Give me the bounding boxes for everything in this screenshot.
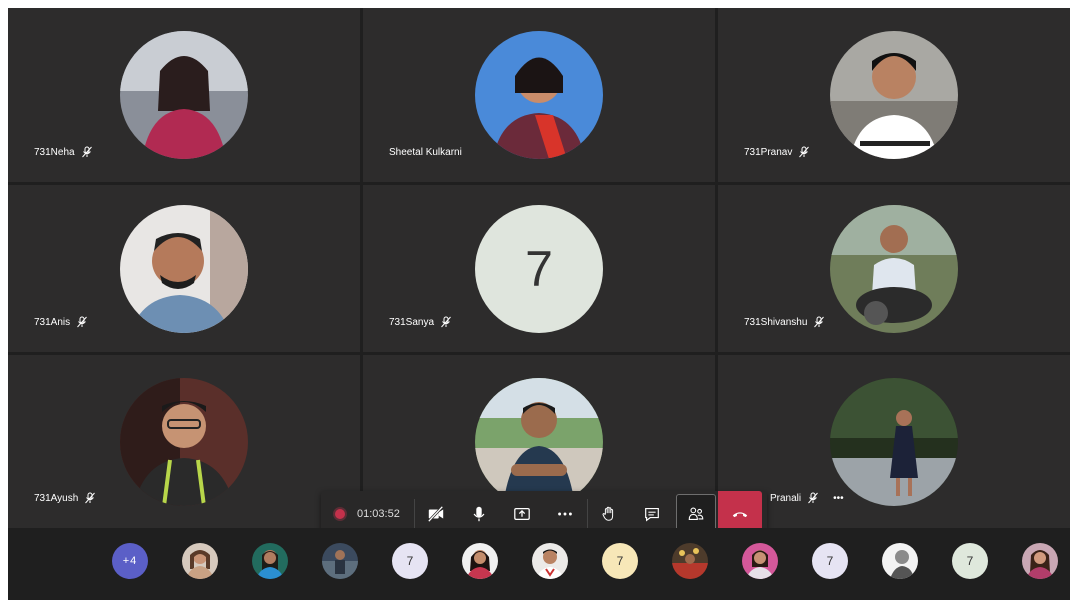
avatar-initial: 7 bbox=[616, 554, 624, 568]
more-actions-icon bbox=[558, 512, 573, 516]
participant-name-tag: 731Neha bbox=[34, 146, 93, 158]
strip-participant-avatar[interactable] bbox=[252, 543, 288, 579]
participant-name: Pranali bbox=[770, 492, 802, 504]
strip-participant-avatar[interactable] bbox=[462, 543, 498, 579]
participant-name-tag: Pranali ••• bbox=[770, 492, 844, 504]
participant-tile-anis[interactable]: 731Anis bbox=[8, 185, 360, 352]
participant-avatar bbox=[120, 377, 248, 506]
camera-off-icon bbox=[428, 505, 444, 523]
microphone-muted-icon bbox=[798, 146, 810, 158]
participant-name-tag: 731Anis bbox=[34, 316, 88, 328]
participant-name-tag: 731Shivanshu bbox=[744, 316, 825, 328]
participant-initial-avatar: 7 bbox=[475, 204, 603, 333]
strip-participant-avatar[interactable] bbox=[742, 543, 778, 579]
overflow-participants-button[interactable]: +4 bbox=[112, 543, 148, 579]
participant-tile-sanya[interactable]: 7 731Sanya bbox=[363, 185, 715, 352]
participant-avatar bbox=[830, 377, 958, 506]
meeting-stage: 731Neha Sheetal Kulkarni 731Pranav 731An… bbox=[8, 8, 1070, 600]
recording-indicator-icon bbox=[335, 509, 345, 519]
participant-strip: +4 7 7 7 7 bbox=[8, 528, 1070, 600]
video-grid: 731Neha Sheetal Kulkarni 731Pranav 731An… bbox=[8, 8, 1070, 528]
participant-name: 731Pranav bbox=[744, 146, 793, 158]
microphone-icon bbox=[473, 506, 485, 522]
strip-participant-avatar[interactable] bbox=[1022, 543, 1058, 579]
participant-name: 731Sanya bbox=[389, 316, 435, 328]
chat-icon bbox=[645, 508, 660, 522]
participant-avatar bbox=[830, 31, 958, 159]
participant-tile-pranav[interactable]: 731Pranav bbox=[718, 8, 1070, 182]
call-duration: 01:03:52 bbox=[357, 508, 400, 520]
microphone-muted-icon bbox=[76, 316, 88, 328]
strip-participant-initial[interactable]: 7 bbox=[812, 543, 848, 579]
participant-tile-shivanshu[interactable]: 731Shivanshu bbox=[718, 185, 1070, 352]
strip-participant-initial[interactable]: 7 bbox=[602, 543, 638, 579]
participant-name-tag: Sheetal Kulkarni bbox=[389, 147, 462, 158]
avatar-initial: 7 bbox=[525, 240, 553, 297]
avatar-initial: 7 bbox=[406, 554, 414, 568]
strip-participant-initial[interactable]: 7 bbox=[392, 543, 428, 579]
participant-name-tag: 731Sanya bbox=[389, 316, 452, 328]
participant-tile-ayush[interactable]: 731Ayush bbox=[8, 355, 360, 528]
participant-name: 731Shivanshu bbox=[744, 316, 808, 328]
participant-avatar bbox=[120, 31, 248, 159]
participant-name-tag: 731Ayush bbox=[34, 492, 96, 504]
participant-avatar bbox=[830, 204, 958, 333]
participant-name: 731Neha bbox=[34, 146, 75, 158]
strip-participant-avatar[interactable] bbox=[882, 543, 918, 579]
avatar-initial: 7 bbox=[826, 554, 834, 568]
overflow-count: +4 bbox=[122, 555, 138, 567]
participant-tile-sheetal[interactable]: Sheetal Kulkarni bbox=[363, 8, 715, 182]
participant-name: Sheetal Kulkarni bbox=[389, 147, 462, 158]
participant-avatar bbox=[475, 31, 603, 159]
microphone-muted-icon bbox=[81, 146, 93, 158]
raise-hand-icon bbox=[602, 506, 614, 521]
strip-participant-avatar[interactable] bbox=[182, 543, 218, 579]
participant-name-tag: 731Pranav bbox=[744, 146, 810, 158]
microphone-muted-icon bbox=[813, 316, 825, 328]
share-screen-icon bbox=[514, 507, 531, 521]
microphone-muted-icon bbox=[84, 492, 96, 504]
participants-icon bbox=[688, 507, 704, 520]
participant-name: 731Anis bbox=[34, 316, 71, 328]
strip-participant-avatar[interactable] bbox=[532, 543, 568, 579]
avatar-initial: 7 bbox=[966, 554, 974, 568]
more-options-icon[interactable]: ••• bbox=[833, 493, 844, 504]
participant-avatar bbox=[120, 204, 248, 333]
participant-name: 731Ayush bbox=[34, 492, 79, 504]
strip-participant-avatar[interactable] bbox=[672, 543, 708, 579]
microphone-muted-icon bbox=[807, 492, 819, 504]
participant-tile-pranali[interactable]: Pranali ••• bbox=[718, 355, 1070, 528]
hang-up-icon bbox=[732, 512, 748, 518]
strip-participant-initial[interactable]: 7 bbox=[952, 543, 988, 579]
strip-participant-avatar[interactable] bbox=[322, 543, 358, 579]
participant-avatar bbox=[475, 377, 603, 506]
microphone-muted-icon bbox=[440, 316, 452, 328]
participant-tile-neha[interactable]: 731Neha bbox=[8, 8, 360, 182]
